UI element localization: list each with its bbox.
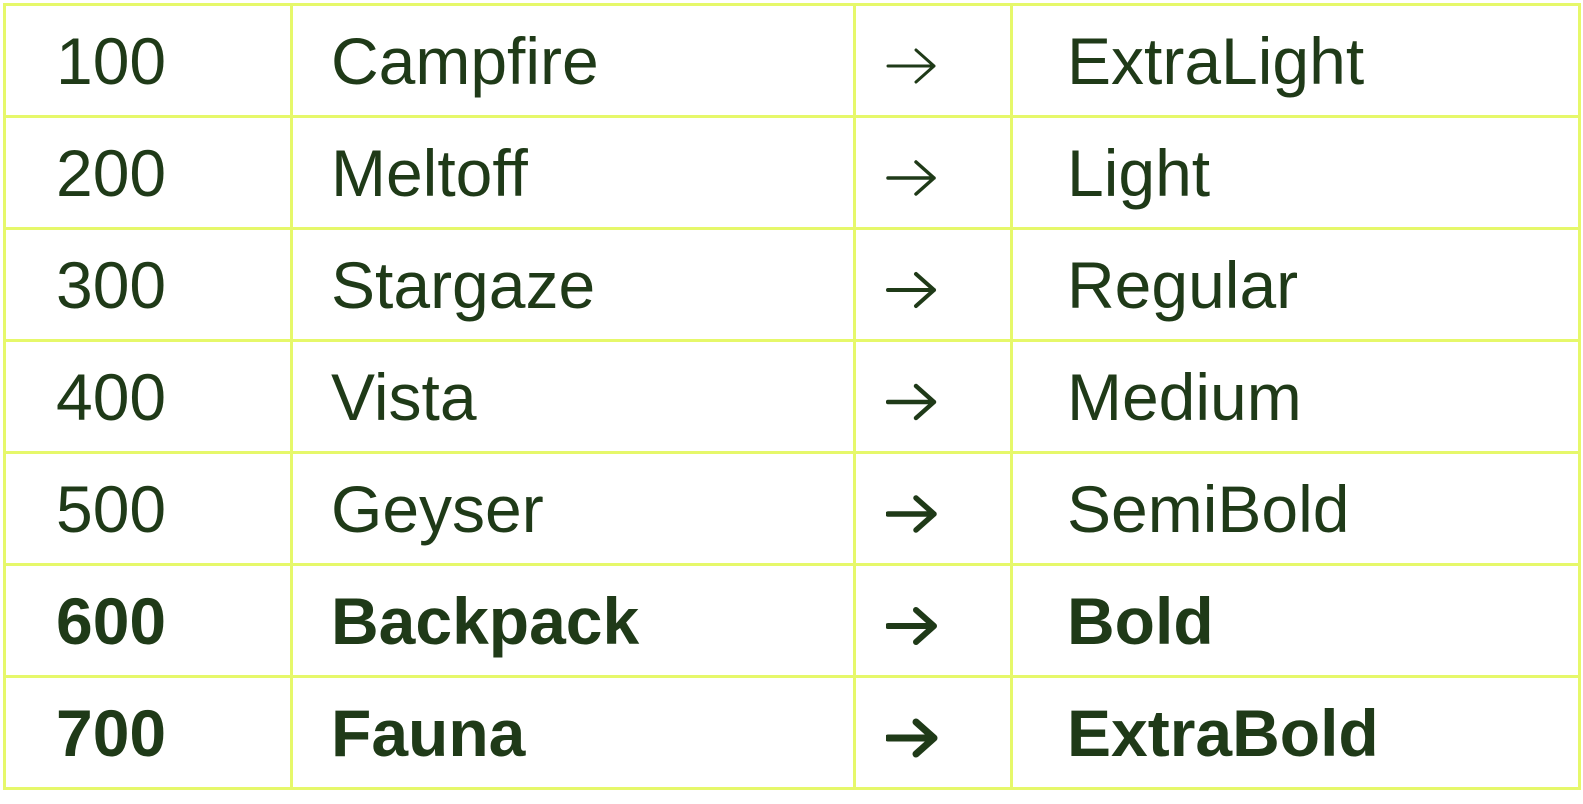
- weight-value: 200: [3, 115, 293, 230]
- table-row: 500 Geyser SemiBold: [3, 451, 1581, 566]
- weight-sample-name: Fauna: [290, 675, 856, 790]
- table-row: 600 Backpack Bold: [3, 563, 1581, 678]
- weight-style-name: Medium: [1010, 339, 1581, 454]
- arrow-cell: [853, 3, 1013, 118]
- weight-value: 100: [3, 3, 293, 118]
- weight-sample-name: Backpack: [290, 563, 856, 678]
- weight-style-name: ExtraBold: [1010, 675, 1581, 790]
- arrow-cell: [853, 339, 1013, 454]
- arrow-cell: [853, 675, 1013, 790]
- table-row: 200 Meltoff Light: [3, 115, 1581, 230]
- right-arrow-icon: [886, 46, 938, 86]
- weight-value: 600: [3, 563, 293, 678]
- right-arrow-icon: [886, 606, 938, 646]
- arrow-cell: [853, 451, 1013, 566]
- weight-style-name: Bold: [1010, 563, 1581, 678]
- table-row: 100 Campfire ExtraLight: [3, 3, 1581, 118]
- weight-sample-name: Meltoff: [290, 115, 856, 230]
- weight-sample-name: Stargaze: [290, 227, 856, 342]
- table-row: 700 Fauna ExtraBold: [3, 675, 1581, 790]
- right-arrow-icon: [886, 270, 938, 310]
- weight-style-name: SemiBold: [1010, 451, 1581, 566]
- weight-sample-name: Geyser: [290, 451, 856, 566]
- right-arrow-icon: [886, 494, 938, 534]
- table-row: 300 Stargaze Regular: [3, 227, 1581, 342]
- arrow-cell: [853, 115, 1013, 230]
- table-row: 400 Vista Medium: [3, 339, 1581, 454]
- weight-value: 300: [3, 227, 293, 342]
- weight-sample-name: Vista: [290, 339, 856, 454]
- weight-value: 700: [3, 675, 293, 790]
- weight-style-name: Light: [1010, 115, 1581, 230]
- right-arrow-icon: [886, 158, 938, 198]
- weight-style-name: ExtraLight: [1010, 3, 1581, 118]
- arrow-cell: [853, 563, 1013, 678]
- font-weight-table: 100 Campfire ExtraLight 200 Meltoff Ligh…: [3, 3, 1581, 790]
- arrow-cell: [853, 227, 1013, 342]
- weight-value: 500: [3, 451, 293, 566]
- weight-sample-name: Campfire: [290, 3, 856, 118]
- weight-style-name: Regular: [1010, 227, 1581, 342]
- right-arrow-icon: [886, 382, 938, 422]
- right-arrow-icon: [886, 718, 938, 758]
- weight-value: 400: [3, 339, 293, 454]
